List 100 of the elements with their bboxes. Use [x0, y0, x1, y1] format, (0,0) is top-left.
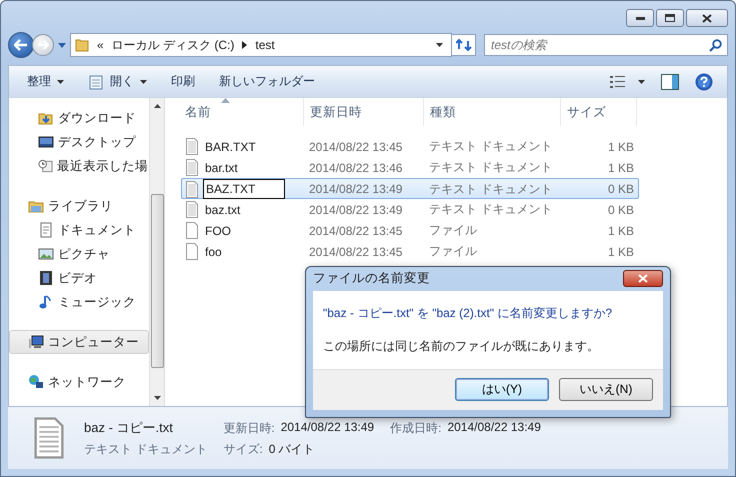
- file-size: 1 KB: [606, 244, 635, 258]
- scroll-up-icon[interactable]: [154, 104, 160, 108]
- column-header[interactable]: 種類: [424, 98, 561, 126]
- overflow-chevron[interactable]: «: [97, 38, 104, 52]
- minimize-button[interactable]: [626, 9, 654, 27]
- field-label: サイズ:: [223, 440, 263, 458]
- document-icon: [38, 222, 54, 238]
- file-size: 1 KB: [606, 160, 635, 174]
- maximize-button[interactable]: [656, 9, 684, 27]
- modified-date: 2014/08/22 13:49: [308, 202, 404, 216]
- preview-pane-icon[interactable]: [661, 74, 679, 90]
- scroll-thumb[interactable]: [150, 194, 164, 368]
- file-row[interactable]: BAZ.TXT 2014/08/22 13:49 テキスト ドキュメント 0 KB: [181, 178, 639, 199]
- file-icon: [185, 222, 199, 239]
- nav-item[interactable]: ミュージック: [9, 290, 149, 314]
- scrollbar[interactable]: [149, 98, 165, 406]
- scroll-down-icon[interactable]: [154, 396, 160, 400]
- nav-item[interactable]: ビデオ: [9, 266, 149, 290]
- file-row[interactable]: bar.txt 2014/08/22 13:46 テキスト ドキュメント 1 KB: [181, 157, 639, 178]
- file-name: BAR.TXT: [204, 138, 257, 154]
- clock-document-icon: [38, 158, 53, 174]
- file-row[interactable]: BAR.TXT 2014/08/22 13:45 テキスト ドキュメント 1 KB: [181, 136, 639, 157]
- breadcrumb[interactable]: test: [255, 38, 275, 52]
- maximize-icon: [665, 14, 675, 22]
- list-view-icon: [610, 76, 626, 88]
- toolbar-button[interactable]: 新しいフォルダー: [209, 69, 325, 94]
- dialog-button[interactable]: はい(Y): [455, 378, 549, 402]
- text-file-icon: [32, 416, 66, 460]
- minimize-icon: [636, 16, 644, 20]
- dialog-button[interactable]: いいえ(N): [559, 378, 653, 402]
- text-file-icon: [185, 159, 199, 176]
- nav-item[interactable]: 最近表示した場: [9, 154, 149, 178]
- file-type: テキスト ドキュメント: [84, 440, 208, 458]
- nav-item[interactable]: ネットワーク: [9, 370, 149, 394]
- file-size: 0 KB: [606, 182, 635, 196]
- text-file-icon: [185, 180, 199, 198]
- arrow-left-icon: [14, 39, 28, 51]
- refresh-button[interactable]: [452, 34, 476, 56]
- file-row[interactable]: FOO 2014/08/22 13:45 ファイル 1 KB: [181, 220, 639, 241]
- close-icon: [638, 274, 648, 284]
- nav-item[interactable]: ダウンロード: [9, 106, 149, 130]
- text-file-icon: [185, 138, 199, 155]
- nav-item[interactable]: コンピューター: [9, 330, 149, 354]
- address-bar[interactable]: « ローカル ディスク (C:) test: [70, 33, 452, 57]
- modified-date: 2014/08/22 13:45: [308, 140, 404, 154]
- file-name: bar.txt: [204, 160, 239, 176]
- rename-field[interactable]: BAZ.TXT: [203, 179, 285, 199]
- monitor-icon: [38, 134, 54, 150]
- modified-date: 2014/08/22 13:45: [308, 224, 404, 238]
- chevron-right-icon[interactable]: [242, 41, 248, 49]
- nav-item[interactable]: デスクトップ: [9, 130, 149, 154]
- dialog-title: ファイルの名前変更: [313, 270, 430, 288]
- file-size: 1 KB: [606, 140, 635, 154]
- nav-item[interactable]: ピクチャ: [9, 242, 149, 266]
- file-type: テキスト ドキュメント: [428, 138, 554, 155]
- file-name: foo: [204, 244, 223, 260]
- view-options-button[interactable]: [610, 76, 645, 88]
- file-type: テキスト ドキュメント: [428, 159, 554, 176]
- file-icon: [185, 243, 199, 260]
- nav-item[interactable]: ドキュメント: [9, 218, 149, 242]
- dialog-message: この場所には同じ名前のファイルが既にあります。: [323, 338, 600, 355]
- field-value: 2014/08/22 13:49: [280, 420, 374, 436]
- search-icon: [709, 39, 722, 52]
- field-value: 0 バイト: [268, 440, 315, 458]
- film-icon: [38, 270, 54, 286]
- file-type: ファイル: [428, 222, 478, 239]
- globe-computer-icon: [28, 374, 44, 390]
- field-label: 更新日時:: [223, 420, 275, 436]
- file-type: ファイル: [428, 243, 478, 260]
- file-type: テキスト ドキュメント: [428, 180, 554, 198]
- close-button[interactable]: [623, 270, 663, 288]
- breadcrumb[interactable]: ローカル ディスク (C:): [112, 36, 234, 54]
- notepad-icon: [88, 74, 104, 90]
- file-row[interactable]: baz.txt 2014/08/22 13:49 テキスト ドキュメント 0 KB: [181, 199, 639, 220]
- history-dropdown[interactable]: [58, 42, 66, 48]
- file-row[interactable]: foo 2014/08/22 13:45 ファイル 1 KB: [181, 241, 639, 262]
- file-type: テキスト ドキュメント: [428, 201, 554, 218]
- forward-button[interactable]: [32, 34, 54, 56]
- toolbar-button[interactable]: 整理: [17, 69, 74, 94]
- back-button[interactable]: [8, 32, 34, 58]
- file-name: baz.txt: [204, 202, 242, 218]
- modified-date: 2014/08/22 13:46: [308, 160, 404, 174]
- column-header[interactable]: サイズ: [561, 98, 637, 126]
- nav-item[interactable]: ライブラリ: [9, 194, 149, 218]
- caret-icon: [436, 43, 443, 47]
- help-icon[interactable]: [695, 72, 713, 90]
- column-header[interactable]: 更新日時: [304, 98, 424, 126]
- landscape-icon: [38, 246, 54, 262]
- file-name: baz - コピー.txt: [84, 418, 174, 436]
- search-field[interactable]: testの検索: [484, 34, 728, 56]
- toolbar-button[interactable]: 印刷: [161, 69, 205, 94]
- close-button[interactable]: [686, 9, 728, 27]
- toolbar-button[interactable]: 開く: [78, 69, 157, 94]
- close-icon: [702, 14, 712, 22]
- modified-date: 2014/08/22 13:49: [308, 182, 404, 196]
- field-value: 2014/08/22 13:49: [447, 420, 541, 436]
- column-header[interactable]: 名前: [179, 98, 304, 126]
- field-label: 作成日時:: [390, 420, 442, 436]
- file-size: 1 KB: [606, 224, 635, 238]
- file-size: 0 KB: [606, 202, 635, 216]
